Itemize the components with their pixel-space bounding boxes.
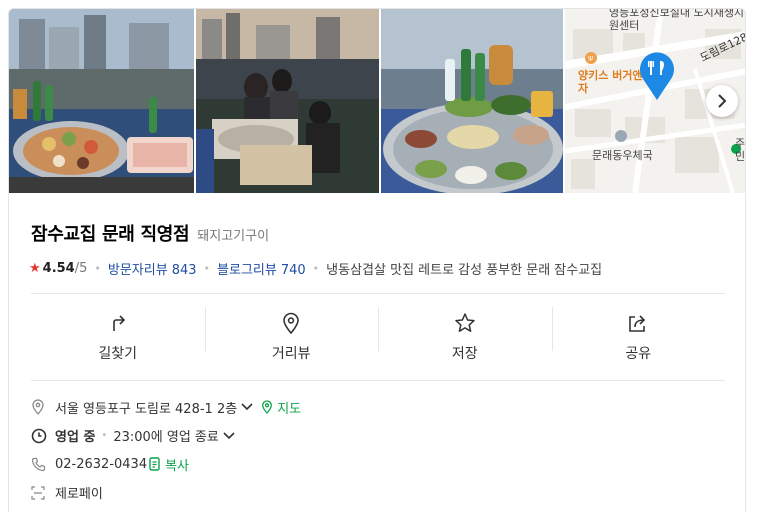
action-bar: 길찾기 거리뷰 저장 공유: [31, 303, 725, 371]
rating-value: 4.54: [42, 261, 75, 276]
copy-icon: [149, 457, 160, 471]
business-hours: 23:00에 영업 종료: [113, 430, 219, 446]
place-tagline: 냉동삼겹살 맛집 레트로 감성 풍부한 문래 잠수교집: [326, 263, 603, 278]
copy-phone-button[interactable]: 복사: [149, 455, 189, 474]
visitor-review-link[interactable]: 방문자리뷰 843: [108, 259, 197, 278]
address-text: 서울 영등포구 도림로 428-1 2층: [55, 401, 238, 417]
location-pin-icon: [31, 399, 49, 416]
share-label: 공유: [625, 346, 652, 362]
separator-dot: •: [203, 262, 211, 275]
address-row: 서울 영등포구 도림로 428-1 2층 지도: [31, 393, 725, 422]
clock-icon: [31, 428, 49, 444]
svg-text:Ψ: Ψ: [588, 55, 594, 63]
info-list: 서울 영등포구 도림로 428-1 2층 지도 영업 중 • 23:00에 영업…: [31, 393, 725, 507]
place-card: Ψ 영등포정신보실내 도시재생지원센터 도림로128가 양키스 버거앤피자 문래…: [8, 8, 746, 512]
divider: [31, 293, 725, 294]
save-label: 저장: [451, 346, 478, 362]
map-label-post-office: 문래동우체국: [592, 149, 653, 162]
blog-review-label: 블로그리뷰: [217, 263, 277, 278]
chevron-down-icon: [223, 432, 235, 439]
hours-row[interactable]: 영업 중 • 23:00에 영업 종료: [31, 422, 725, 451]
save-button[interactable]: 저장: [378, 303, 552, 371]
photo-platter[interactable]: [381, 9, 563, 193]
green-pin-icon: [262, 400, 273, 415]
directions-label: 길찾기: [98, 346, 138, 362]
next-photo-button[interactable]: [706, 85, 738, 117]
visitor-review-label: 방문자리뷰: [107, 263, 168, 278]
meta-row: ★ 4.54 /5 • 방문자리뷰 843 • 블로그리뷰 740 • 냉동삼겹살 …: [29, 259, 602, 278]
street-view-button[interactable]: 거리뷰: [204, 303, 379, 371]
payment-scan-icon: [31, 486, 49, 500]
payment-method: 제로페이: [55, 487, 103, 503]
phone-row: 02-2632-0434 복사: [31, 450, 725, 479]
map-label-center: 영등포정신보실내 도시재생지원센터: [609, 9, 745, 32]
separator-dot: •: [94, 262, 101, 275]
phone-number: 02-2632-0434: [55, 456, 148, 472]
place-name: 잠수교집 문래 직영점: [31, 224, 190, 245]
blog-review-link[interactable]: 블로그리뷰 740: [217, 259, 306, 278]
separator-dot: •: [101, 430, 108, 442]
title-row: 잠수교집 문래 직영점 돼지고기구이: [31, 220, 269, 246]
photo-strip: Ψ 영등포정신보실내 도시재생지원센터 도림로128가 양키스 버거앤피자 문래…: [9, 9, 746, 193]
rating-max: /5: [74, 261, 88, 276]
blog-review-count: 740: [280, 263, 306, 278]
address-expand-button[interactable]: [241, 403, 253, 411]
street-view-label: 거리뷰: [271, 346, 311, 362]
copy-label: 복사: [165, 458, 190, 474]
map-link-label: 지도: [277, 401, 302, 417]
chevron-down-icon: [241, 403, 253, 411]
business-status: 영업 중: [55, 430, 96, 446]
share-icon: [627, 311, 649, 335]
photo-food-table[interactable]: [9, 9, 194, 193]
hours-expand-button[interactable]: [223, 432, 235, 440]
chevron-right-icon: [718, 94, 727, 108]
separator-dot: •: [312, 262, 320, 275]
rating-star-icon: ★: [29, 261, 41, 276]
street-view-pin-icon: [281, 311, 301, 335]
visitor-review-count: 843: [171, 263, 197, 278]
payment-row: 제로페이: [31, 479, 725, 508]
share-button[interactable]: 공유: [551, 303, 726, 371]
star-outline-icon: [454, 311, 476, 335]
map-pin-icon: [640, 52, 674, 100]
divider: [31, 380, 725, 381]
map-link[interactable]: 지도: [261, 398, 301, 417]
directions-icon: [108, 311, 128, 335]
photo-rooftop-diners[interactable]: [196, 9, 379, 193]
place-category: 돼지고기구이: [197, 229, 270, 244]
directions-button[interactable]: 길찾기: [31, 303, 205, 371]
map-label-right: 주민: [735, 137, 746, 163]
phone-icon: [31, 457, 49, 472]
